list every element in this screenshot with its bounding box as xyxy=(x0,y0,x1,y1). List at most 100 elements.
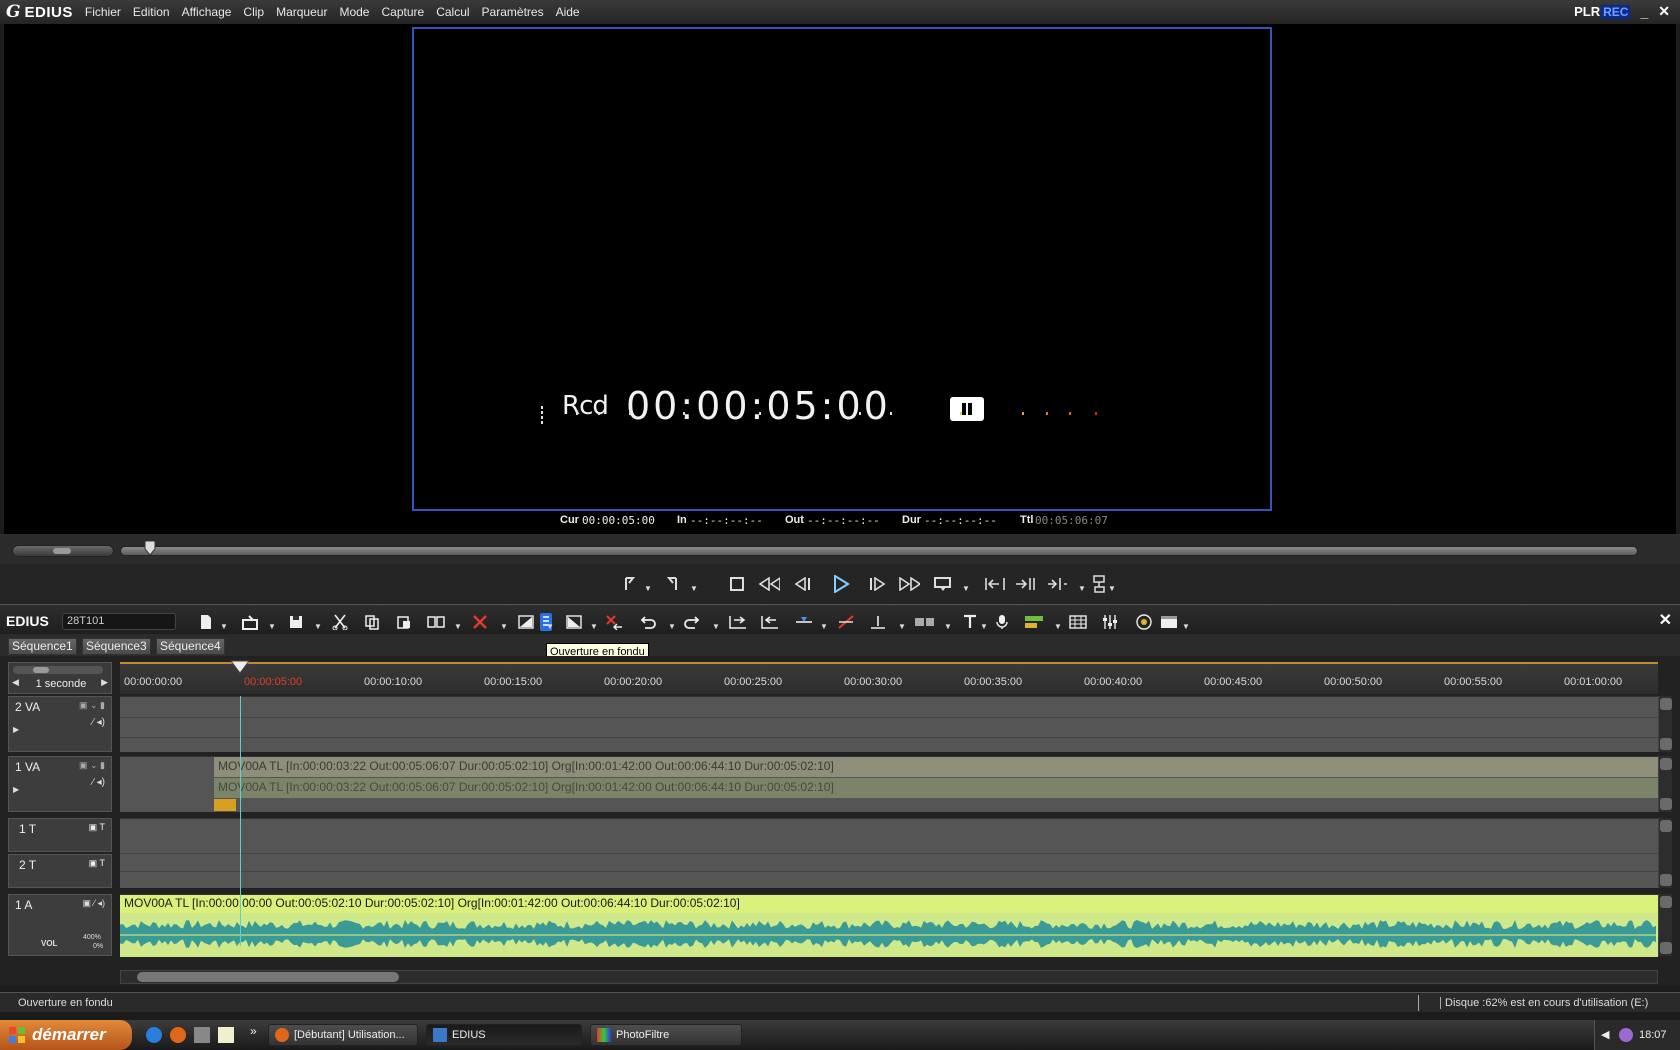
menu-clip[interactable]: Clip xyxy=(237,5,270,19)
close-button[interactable]: ✕ xyxy=(1658,3,1670,20)
split-icon[interactable] xyxy=(794,613,814,631)
track-header-1t[interactable]: 1 T ▣ T xyxy=(8,818,112,852)
track-audio-icon[interactable]: ⁄ ◂) xyxy=(92,777,105,788)
tray-expand-icon[interactable]: ◀ xyxy=(1601,1028,1609,1041)
task-edius[interactable]: EDIUS xyxy=(426,1024,582,1046)
rec-mode-button[interactable]: REC xyxy=(1601,4,1631,19)
track-area-1a[interactable]: MOV00A TL [In:00:00:00:00 Out:00:05:02:1… xyxy=(120,894,1658,957)
save-project-icon[interactable] xyxy=(286,613,306,631)
razor-icon[interactable] xyxy=(836,613,856,631)
track-header-1a[interactable]: 1 A ▣ ⁄ ◂) VOL 400% 0% xyxy=(8,894,112,956)
expand-icon[interactable]: ▶ xyxy=(13,785,19,794)
loop-play-icon[interactable] xyxy=(932,574,954,594)
rewind-icon[interactable] xyxy=(758,574,780,594)
title-track-icon[interactable]: ▣ T xyxy=(89,858,105,869)
track-scrollbar[interactable] xyxy=(1658,894,1672,956)
video-clip[interactable]: MOV00A TL [In:00:00:03:22 Out:00:05:06:0… xyxy=(214,757,1658,777)
new-dropdown-icon[interactable]: ▼ xyxy=(220,622,228,631)
track-lock-icon[interactable]: ▣ ⌄ ▮ xyxy=(79,760,105,771)
add-clip-icon[interactable] xyxy=(426,613,446,631)
track-header-2t[interactable]: 2 T ▣ T xyxy=(8,854,112,888)
overwrite-mode-icon[interactable] xyxy=(760,613,780,631)
audio-mixer-icon[interactable] xyxy=(1100,613,1120,631)
menu-affichage[interactable]: Affichage xyxy=(176,5,238,19)
scale-slider[interactable] xyxy=(13,666,103,674)
position-scrub-bar[interactable] xyxy=(120,546,1638,556)
add-dropdown-icon[interactable]: ▼ xyxy=(454,622,462,631)
task-firefox[interactable]: [Débutant] Utilisation... xyxy=(268,1024,418,1046)
link-icon[interactable] xyxy=(914,613,934,631)
title-track-icon[interactable]: ▣ T xyxy=(89,822,105,833)
timeline-horizontal-scrollbar[interactable] xyxy=(120,970,1658,984)
cut-icon[interactable] xyxy=(330,613,350,631)
plr-mode-button[interactable]: PLR xyxy=(1574,4,1600,19)
export-dropdown-icon[interactable]: ▼ xyxy=(1054,622,1062,631)
track-scrollbar[interactable] xyxy=(1658,696,1672,752)
open-dropdown-icon[interactable]: ▼ xyxy=(268,622,276,631)
sync-dropdown-icon[interactable]: ▼ xyxy=(1108,584,1116,593)
insert-mode-icon[interactable] xyxy=(728,613,748,631)
delete-dropdown-icon[interactable]: ▼ xyxy=(500,622,508,631)
firefox-icon[interactable] xyxy=(170,1027,186,1043)
redo-dropdown-icon[interactable]: ▼ xyxy=(712,622,720,631)
step-back-icon[interactable] xyxy=(792,574,814,594)
redo-icon[interactable] xyxy=(682,613,702,631)
copy-icon[interactable] xyxy=(362,613,382,631)
stop-icon[interactable] xyxy=(726,574,748,594)
ie-icon[interactable] xyxy=(146,1027,162,1043)
undo-dropdown-icon[interactable]: ▼ xyxy=(668,622,676,631)
scale-right-icon[interactable]: ▶ xyxy=(101,677,108,688)
overwrite-icon[interactable] xyxy=(1014,574,1036,594)
scrub-handle-icon[interactable] xyxy=(144,540,156,556)
scale-label[interactable]: 1 seconde xyxy=(9,678,113,690)
playhead-marker-icon[interactable] xyxy=(230,660,250,677)
track-header-2va[interactable]: 2 VA ▣ ⌄ ▮ ⁄ ◂) ▶ xyxy=(8,696,112,752)
layout-dropdown-icon[interactable]: ▼ xyxy=(1182,622,1190,631)
set-out-dropdown-icon[interactable]: ▼ xyxy=(690,584,698,593)
audio-clip[interactable]: MOV00A TL [In:00:00:00:00 Out:00:05:02:1… xyxy=(120,895,1658,913)
fade-out-icon[interactable] xyxy=(516,613,536,631)
track-audio-icon[interactable]: ⁄ ◂) xyxy=(92,717,105,728)
export-icon[interactable] xyxy=(1024,613,1044,631)
play-icon[interactable] xyxy=(830,574,852,594)
track-area-title[interactable] xyxy=(120,818,1658,888)
link-dropdown-icon[interactable]: ▼ xyxy=(944,622,952,631)
project-name-field[interactable]: 28T101 xyxy=(62,613,176,630)
fade-dropdown-icon[interactable]: ▼ xyxy=(546,622,554,631)
track-header-1va[interactable]: 1 VA ▣ ⌄ ▮ ⁄ ◂) ▶ xyxy=(8,756,112,812)
start-button[interactable]: démarrer xyxy=(0,1020,132,1050)
save-dropdown-icon[interactable]: ▼ xyxy=(314,622,322,631)
set-in-dropdown-icon[interactable]: ▼ xyxy=(644,584,652,593)
insert-icon[interactable] xyxy=(984,574,1006,594)
layout-icon[interactable] xyxy=(1160,613,1180,631)
fadeclip-dropdown-icon[interactable]: ▼ xyxy=(590,622,598,631)
menu-mode[interactable]: Mode xyxy=(333,5,375,19)
voice-over-icon[interactable] xyxy=(992,613,1012,631)
set-in-icon[interactable] xyxy=(618,574,640,594)
menu-fichier[interactable]: Fichier xyxy=(79,5,127,19)
shuttle-slider[interactable] xyxy=(12,545,114,557)
expand-icon[interactable]: ▶ xyxy=(13,725,19,734)
track-area-2va[interactable] xyxy=(120,696,1658,752)
replace-icon[interactable] xyxy=(1046,574,1068,594)
scrollbar-thumb[interactable] xyxy=(137,972,399,982)
timeline-close-button[interactable]: ✕ xyxy=(1659,610,1672,630)
tab-sequence3[interactable]: Séquence3 xyxy=(82,638,151,655)
timeline-scale-control[interactable]: ◀ 1 seconde ▶ xyxy=(8,662,112,694)
menu-aide[interactable]: Aide xyxy=(550,5,586,19)
timeline-ruler[interactable]: 00:00:00:00 00:00:05:00 00:00:10:00 00:0… xyxy=(120,662,1658,694)
loop-dropdown-icon[interactable]: ▼ xyxy=(962,584,970,593)
grid-icon[interactable] xyxy=(1068,613,1088,631)
track-scrollbar[interactable] xyxy=(1658,756,1672,812)
menu-marqueur[interactable]: Marqueur xyxy=(270,5,333,19)
new-sequence-icon[interactable] xyxy=(196,613,216,631)
tab-sequence4[interactable]: Séquence4 xyxy=(156,638,225,655)
open-project-icon[interactable] xyxy=(240,613,260,631)
delete-icon[interactable] xyxy=(470,613,490,631)
notepad-icon[interactable] xyxy=(218,1027,234,1043)
title-dropdown-icon[interactable]: ▼ xyxy=(980,622,988,631)
ripple-delete-icon[interactable] xyxy=(604,613,624,631)
title-icon[interactable] xyxy=(960,613,980,631)
split-dropdown-icon[interactable]: ▼ xyxy=(820,622,828,631)
minimize-button[interactable]: _ xyxy=(1640,4,1648,20)
